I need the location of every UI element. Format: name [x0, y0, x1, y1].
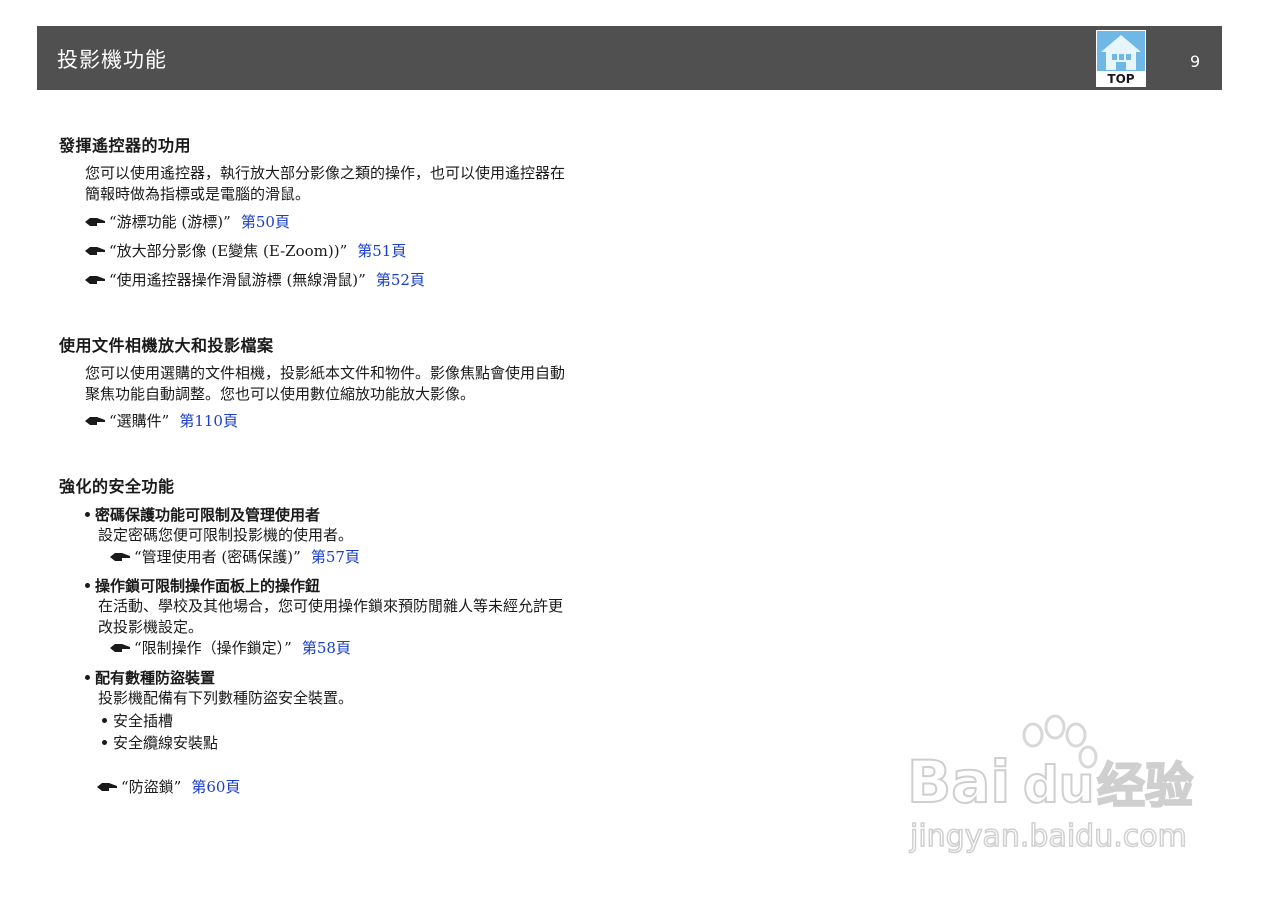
- reference-text: “游標功能 (游標)”: [109, 213, 231, 231]
- page-title: 投影機功能: [57, 48, 167, 72]
- bullet-body: 投影機配備有下列數種防盜安全裝置。: [98, 688, 628, 709]
- pointing-hand-icon: [85, 247, 105, 255]
- section-heading-remote: 發揮遙控器的功用: [59, 136, 192, 155]
- bullet-body-line: 投影機配備有下列數種防盜安全裝置。: [98, 689, 354, 707]
- bullet-body: 在活動、學校及其他場合，您可使用操作鎖來預防閒雜人等未經允許更 改投影機設定。: [98, 596, 628, 638]
- pointing-hand-icon: [110, 553, 130, 561]
- section-paragraph-remote: 您可以使用遙控器，執行放大部分影像之類的操作，也可以使用遙控器在 簡報時做為指標…: [85, 163, 625, 205]
- bullet-title: 操作鎖可限制操作面板上的操作鈕: [85, 576, 320, 596]
- sub-list-item: 安全纜線安裝點: [102, 733, 218, 753]
- pointing-hand-icon: [85, 276, 105, 284]
- sub-item-text: 安全纜線安裝點: [113, 734, 219, 752]
- page-link[interactable]: 第52頁: [376, 271, 425, 289]
- page-link[interactable]: 第57頁: [311, 548, 360, 566]
- page-header: 投影機功能 TOP 9: [37, 26, 1222, 90]
- sub-item-text: 安全插槽: [113, 712, 174, 730]
- reference-link-row: “限制操作（操作鎖定）” 第58頁: [110, 638, 351, 658]
- page-link[interactable]: 第50頁: [241, 213, 290, 231]
- page-link[interactable]: 第58頁: [302, 639, 351, 657]
- watermark-brand: Bai: [907, 748, 1010, 816]
- paragraph-line: 您可以使用遙控器，執行放大部分影像之類的操作，也可以使用遙控器在: [85, 164, 566, 182]
- bullet-body-line: 設定密碼您便可限制投影機的使用者。: [98, 526, 354, 544]
- watermark-url: jingyan.baidu.com: [909, 819, 1187, 854]
- bullet-title-text: 密碼保護功能可限制及管理使用者: [95, 506, 321, 524]
- page-link[interactable]: 第60頁: [191, 778, 240, 796]
- baidu-jingyan-watermark: Bai du 经验 jingyan.baidu.com: [906, 714, 1194, 855]
- top-button[interactable]: TOP: [1096, 30, 1146, 87]
- reference-text: “放大部分影像 (E變焦 (E-Zoom))”: [109, 242, 348, 260]
- pointing-hand-icon: [110, 644, 130, 652]
- reference-link-row: “游標功能 (游標)” 第50頁: [85, 212, 290, 232]
- reference-link-row: “防盜鎖” 第60頁: [97, 777, 240, 797]
- bullet-dot: [85, 675, 90, 680]
- reference-text: “使用遙控器操作滑鼠游標 (無線滑鼠)”: [109, 271, 366, 289]
- bullet-title: 密碼保護功能可限制及管理使用者: [85, 505, 320, 525]
- section-heading-document-camera: 使用文件相機放大和投影檔案: [59, 336, 274, 355]
- bullet-dot: [102, 740, 107, 745]
- page-number: 9: [1190, 52, 1201, 71]
- bullet-dot: [102, 718, 107, 723]
- paragraph-line: 您可以使用選購的文件相機，投影紙本文件和物件。影像焦點會使用自動: [85, 364, 566, 382]
- house-icon: TOP: [1096, 30, 1146, 87]
- page-link[interactable]: 第110頁: [179, 412, 238, 430]
- pointing-hand-icon: [85, 218, 105, 226]
- reference-text: “選購件”: [109, 412, 170, 430]
- reference-text: “限制操作（操作鎖定）”: [134, 639, 292, 657]
- watermark-brand-cn: 经验: [1097, 758, 1193, 814]
- reference-link-row: “使用遙控器操作滑鼠游標 (無線滑鼠)” 第52頁: [85, 270, 425, 290]
- bullet-dot: [85, 583, 90, 588]
- page-link[interactable]: 第51頁: [357, 242, 406, 260]
- bullet-body: 設定密碼您便可限制投影機的使用者。: [98, 525, 628, 546]
- top-label: TOP: [1107, 72, 1134, 86]
- bullet-body-line: 改投影機設定。: [98, 618, 204, 636]
- bullet-dot: [85, 512, 90, 517]
- pointing-hand-icon: [97, 783, 117, 791]
- bullet-title-text: 配有數種防盜裝置: [95, 669, 216, 687]
- sub-list-item: 安全插槽: [102, 711, 173, 731]
- reference-link-row: “管理使用者 (密碼保護)” 第57頁: [110, 547, 360, 567]
- bullet-title: 配有數種防盜裝置: [85, 668, 215, 688]
- watermark-brand-2: du: [1023, 756, 1094, 814]
- reference-link-row: “選購件” 第110頁: [85, 411, 238, 431]
- bullet-body-line: 在活動、學校及其他場合，您可使用操作鎖來預防閒雜人等未經允許更: [98, 597, 564, 615]
- paragraph-line: 聚焦功能自動調整。您也可以使用數位縮放功能放大影像。: [85, 385, 476, 403]
- reference-text: “防盜鎖”: [121, 778, 182, 796]
- reference-link-row: “放大部分影像 (E變焦 (E-Zoom))” 第51頁: [85, 241, 406, 261]
- paragraph-line: 簡報時做為指標或是電腦的滑鼠。: [85, 185, 311, 203]
- reference-text: “管理使用者 (密碼保護)”: [134, 548, 301, 566]
- section-heading-security: 強化的安全功能: [59, 477, 175, 496]
- pointing-hand-icon: [85, 417, 105, 425]
- section-paragraph-document-camera: 您可以使用選購的文件相機，投影紙本文件和物件。影像焦點會使用自動 聚焦功能自動調…: [85, 363, 625, 405]
- bullet-title-text: 操作鎖可限制操作面板上的操作鈕: [95, 577, 321, 595]
